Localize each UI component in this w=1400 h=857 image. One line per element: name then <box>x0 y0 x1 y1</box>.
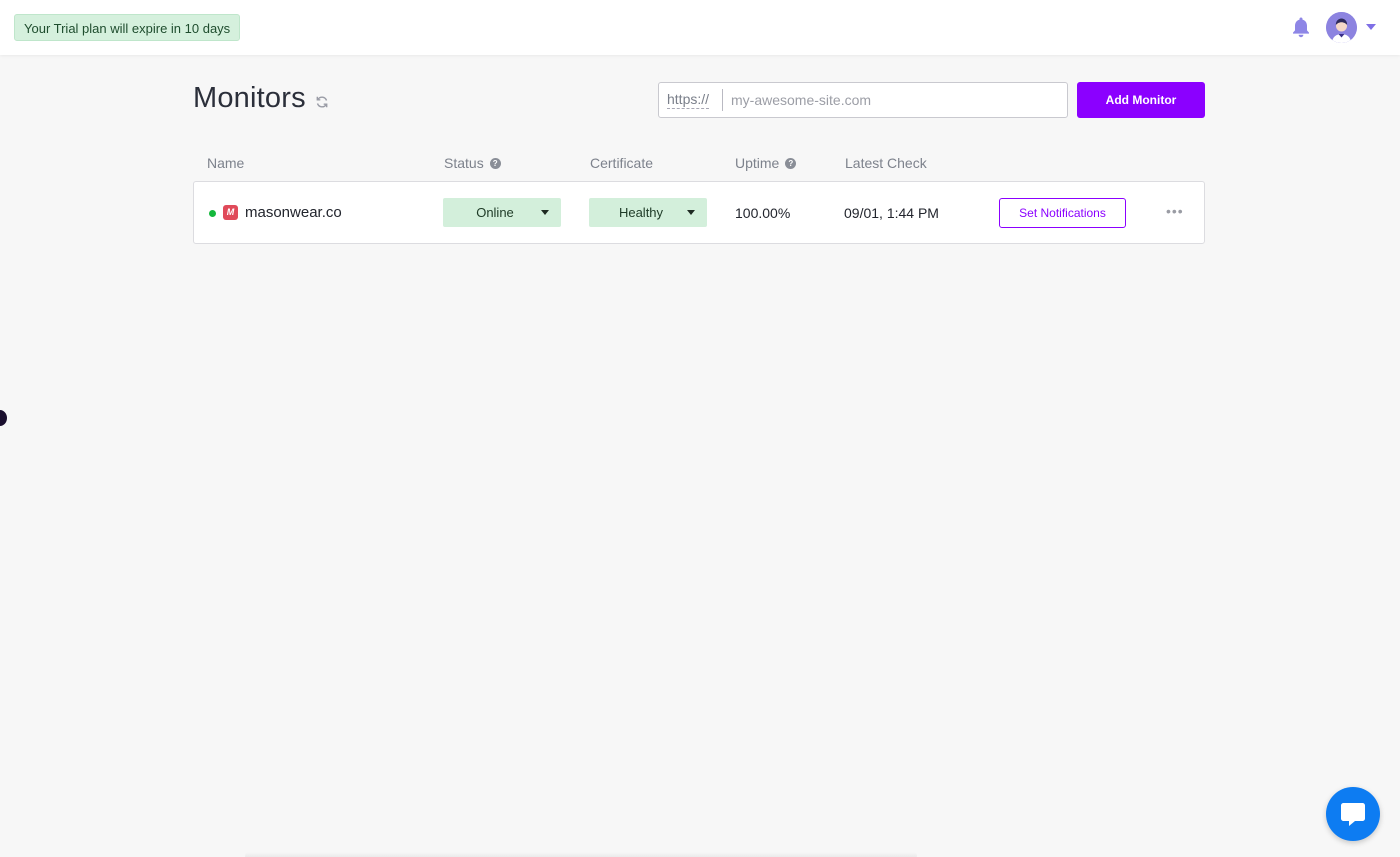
column-header-uptime: Uptime ? <box>735 155 797 171</box>
url-protocol-prefix[interactable]: https:// <box>667 91 710 109</box>
column-header-label: Uptime <box>735 155 780 171</box>
column-header-latest-check: Latest Check <box>845 155 927 171</box>
column-header-status: Status ? <box>444 155 501 171</box>
status-value: Online <box>476 205 514 220</box>
bell-icon[interactable] <box>1289 15 1313 39</box>
certificate-value: Healthy <box>618 205 664 220</box>
monitor-name[interactable]: masonwear.co <box>245 204 342 221</box>
column-header-label: Latest Check <box>845 155 927 171</box>
top-bar: Your Trial plan will expire in 10 days <box>0 0 1400 55</box>
status-dot <box>209 210 216 217</box>
caret-down-icon <box>687 210 695 215</box>
column-header-name: Name <box>207 155 244 171</box>
add-monitor-button[interactable]: Add Monitor <box>1077 82 1205 118</box>
latest-check-value: 09/01, 1:44 PM <box>844 205 939 221</box>
column-header-label: Name <box>207 155 245 171</box>
site-favicon-icon: M <box>223 205 238 220</box>
refresh-icon[interactable] <box>315 95 329 109</box>
chevron-down-icon[interactable] <box>1366 24 1376 30</box>
bottom-shadow <box>245 852 917 857</box>
monitor-row[interactable]: M masonwear.co Online Healthy 100.00% 09… <box>193 181 1205 244</box>
chat-bubble-icon <box>1341 803 1365 826</box>
trial-expiry-badge[interactable]: Your Trial plan will expire in 10 days <box>14 14 241 41</box>
column-header-label: Certificate <box>590 155 654 171</box>
chat-launcher-button[interactable] <box>1326 787 1380 841</box>
avatar-face-icon <box>1326 12 1357 43</box>
set-notifications-button[interactable]: Set Notifications <box>999 198 1126 228</box>
url-input-group: https:// <box>658 82 1068 118</box>
page-title: Monitors <box>193 82 306 114</box>
status-dropdown[interactable]: Online <box>443 198 561 227</box>
url-divider <box>722 89 723 111</box>
column-header-label: Status <box>444 155 484 171</box>
certificate-dropdown[interactable]: Healthy <box>589 198 707 227</box>
url-input[interactable] <box>731 89 1061 111</box>
side-widget-handle[interactable] <box>0 410 7 426</box>
more-options-icon[interactable]: ••• <box>1166 203 1184 219</box>
caret-down-icon <box>541 210 549 215</box>
help-icon[interactable]: ? <box>785 157 797 169</box>
uptime-value: 100.00% <box>735 205 791 221</box>
help-icon[interactable]: ? <box>489 157 501 169</box>
user-avatar[interactable] <box>1326 12 1357 43</box>
column-header-certificate: Certificate <box>590 155 653 171</box>
